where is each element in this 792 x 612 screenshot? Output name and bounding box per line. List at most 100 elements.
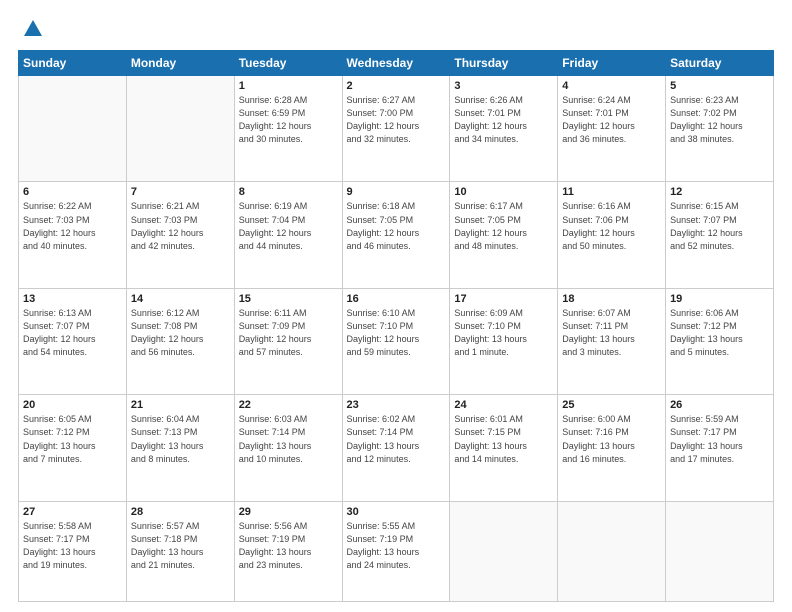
calendar-cell: 23Sunrise: 6:02 AM Sunset: 7:14 PM Dayli… — [342, 395, 450, 501]
week-row-4: 20 Sunrise: 6:05 AM Sunset: 7:12 PM Dayli… — [19, 395, 774, 501]
calendar-cell — [558, 501, 666, 601]
calendar-cell: 13Sunrise: 6:13 AM Sunset: 7:07 PM Dayli… — [19, 288, 127, 394]
day-number: 5 — [670, 80, 769, 92]
calendar-cell — [126, 76, 234, 182]
calendar-cell: 30 Sunrise: 5:55 AM Sunset: 7:19 PM Dayli… — [342, 501, 450, 601]
day-number: 21 — [131, 399, 230, 411]
calendar-cell: 27 Sunrise: 5:58 AM Sunset: 7:17 PM Dayli… — [19, 501, 127, 601]
calendar-cell: 2 Sunrise: 6:27 AM Sunset: 7:00 PM Daylig… — [342, 76, 450, 182]
day-info: Sunrise: 6:21 AM Sunset: 7:03 PM Dayligh… — [131, 200, 230, 252]
day-number: 15 — [239, 293, 338, 305]
calendar-cell: 4 Sunrise: 6:24 AM Sunset: 7:01 PM Daylig… — [558, 76, 666, 182]
day-info: Sunrise: 6:07 AM Sunset: 7:11 PM Dayligh… — [562, 307, 661, 359]
calendar-cell: 5 Sunrise: 6:23 AM Sunset: 7:02 PM Daylig… — [666, 76, 774, 182]
weekday-header-row: SundayMondayTuesdayWednesdayThursdayFrid… — [19, 51, 774, 76]
day-number: 20 — [23, 399, 122, 411]
day-number: 16 — [347, 293, 446, 305]
calendar-cell: 10 Sunrise: 6:17 AM Sunset: 7:05 PM Dayli… — [450, 182, 558, 288]
week-row-1: 1 Sunrise: 6:28 AM Sunset: 6:59 PM Daylig… — [19, 76, 774, 182]
calendar-cell: 16Sunrise: 6:10 AM Sunset: 7:10 PM Dayli… — [342, 288, 450, 394]
day-info: Sunrise: 5:57 AM Sunset: 7:18 PM Dayligh… — [131, 520, 230, 572]
day-info: Sunrise: 6:05 AM Sunset: 7:12 PM Dayligh… — [23, 413, 122, 465]
day-info: Sunrise: 5:55 AM Sunset: 7:19 PM Dayligh… — [347, 520, 446, 572]
day-info: Sunrise: 6:22 AM Sunset: 7:03 PM Dayligh… — [23, 200, 122, 252]
day-number: 14 — [131, 293, 230, 305]
calendar-cell: 8 Sunrise: 6:19 AM Sunset: 7:04 PM Daylig… — [234, 182, 342, 288]
calendar-cell: 19 Sunrise: 6:06 AM Sunset: 7:12 PM Dayli… — [666, 288, 774, 394]
day-info: Sunrise: 6:12 AM Sunset: 7:08 PM Dayligh… — [131, 307, 230, 359]
day-info: Sunrise: 6:00 AM Sunset: 7:16 PM Dayligh… — [562, 413, 661, 465]
day-number: 22 — [239, 399, 338, 411]
day-info: Sunrise: 6:28 AM Sunset: 6:59 PM Dayligh… — [239, 94, 338, 146]
day-number: 8 — [239, 186, 338, 198]
calendar-cell: 24 Sunrise: 6:01 AM Sunset: 7:15 PM Dayli… — [450, 395, 558, 501]
calendar-cell: 9 Sunrise: 6:18 AM Sunset: 7:05 PM Daylig… — [342, 182, 450, 288]
day-info: Sunrise: 5:59 AM Sunset: 7:17 PM Dayligh… — [670, 413, 769, 465]
day-info: Sunrise: 5:58 AM Sunset: 7:17 PM Dayligh… — [23, 520, 122, 572]
calendar-cell: 26 Sunrise: 5:59 AM Sunset: 7:17 PM Dayli… — [666, 395, 774, 501]
weekday-header-wednesday: Wednesday — [342, 51, 450, 76]
day-number: 12 — [670, 186, 769, 198]
day-info: Sunrise: 6:24 AM Sunset: 7:01 PM Dayligh… — [562, 94, 661, 146]
day-info: Sunrise: 6:01 AM Sunset: 7:15 PM Dayligh… — [454, 413, 553, 465]
calendar-cell: 25 Sunrise: 6:00 AM Sunset: 7:16 PM Dayli… — [558, 395, 666, 501]
weekday-header-thursday: Thursday — [450, 51, 558, 76]
day-number: 11 — [562, 186, 661, 198]
calendar-cell: 28 Sunrise: 5:57 AM Sunset: 7:18 PM Dayli… — [126, 501, 234, 601]
calendar-cell: 12 Sunrise: 6:15 AM Sunset: 7:07 PM Dayli… — [666, 182, 774, 288]
logo-icon — [22, 18, 44, 40]
day-number: 24 — [454, 399, 553, 411]
day-info: Sunrise: 6:27 AM Sunset: 7:00 PM Dayligh… — [347, 94, 446, 146]
day-number: 17 — [454, 293, 553, 305]
day-number: 26 — [670, 399, 769, 411]
day-info: Sunrise: 6:23 AM Sunset: 7:02 PM Dayligh… — [670, 94, 769, 146]
day-info: Sunrise: 6:15 AM Sunset: 7:07 PM Dayligh… — [670, 200, 769, 252]
calendar-cell: 21 Sunrise: 6:04 AM Sunset: 7:13 PM Dayli… — [126, 395, 234, 501]
day-info: Sunrise: 6:04 AM Sunset: 7:13 PM Dayligh… — [131, 413, 230, 465]
day-info: Sunrise: 6:16 AM Sunset: 7:06 PM Dayligh… — [562, 200, 661, 252]
day-info: Sunrise: 6:02 AM Sunset: 7:14 PM Dayligh… — [347, 413, 446, 465]
logo — [18, 18, 44, 40]
day-number: 27 — [23, 506, 122, 518]
day-number: 29 — [239, 506, 338, 518]
day-info: Sunrise: 6:11 AM Sunset: 7:09 PM Dayligh… — [239, 307, 338, 359]
calendar-cell: 18Sunrise: 6:07 AM Sunset: 7:11 PM Dayli… — [558, 288, 666, 394]
day-number: 2 — [347, 80, 446, 92]
day-number: 19 — [670, 293, 769, 305]
week-row-2: 6 Sunrise: 6:22 AM Sunset: 7:03 PM Daylig… — [19, 182, 774, 288]
calendar-cell: 3Sunrise: 6:26 AM Sunset: 7:01 PM Daylig… — [450, 76, 558, 182]
day-info: Sunrise: 6:19 AM Sunset: 7:04 PM Dayligh… — [239, 200, 338, 252]
weekday-header-friday: Friday — [558, 51, 666, 76]
day-info: Sunrise: 6:06 AM Sunset: 7:12 PM Dayligh… — [670, 307, 769, 359]
day-number: 30 — [347, 506, 446, 518]
calendar-cell: 1 Sunrise: 6:28 AM Sunset: 6:59 PM Daylig… — [234, 76, 342, 182]
calendar-cell: 17 Sunrise: 6:09 AM Sunset: 7:10 PM Dayli… — [450, 288, 558, 394]
weekday-header-tuesday: Tuesday — [234, 51, 342, 76]
day-info: Sunrise: 6:17 AM Sunset: 7:05 PM Dayligh… — [454, 200, 553, 252]
day-number: 4 — [562, 80, 661, 92]
calendar-cell — [666, 501, 774, 601]
calendar-cell — [19, 76, 127, 182]
calendar-cell: 11 Sunrise: 6:16 AM Sunset: 7:06 PM Dayli… — [558, 182, 666, 288]
calendar-cell: 20 Sunrise: 6:05 AM Sunset: 7:12 PM Dayli… — [19, 395, 127, 501]
day-number: 25 — [562, 399, 661, 411]
day-number: 1 — [239, 80, 338, 92]
day-number: 9 — [347, 186, 446, 198]
calendar-table: SundayMondayTuesdayWednesdayThursdayFrid… — [18, 50, 774, 602]
day-number: 28 — [131, 506, 230, 518]
weekday-header-sunday: Sunday — [19, 51, 127, 76]
day-number: 7 — [131, 186, 230, 198]
day-number: 6 — [23, 186, 122, 198]
calendar-cell: 6 Sunrise: 6:22 AM Sunset: 7:03 PM Daylig… — [19, 182, 127, 288]
header — [18, 18, 774, 40]
day-info: Sunrise: 6:03 AM Sunset: 7:14 PM Dayligh… — [239, 413, 338, 465]
calendar-cell: 15 Sunrise: 6:11 AM Sunset: 7:09 PM Dayli… — [234, 288, 342, 394]
calendar-cell — [450, 501, 558, 601]
day-info: Sunrise: 5:56 AM Sunset: 7:19 PM Dayligh… — [239, 520, 338, 572]
day-number: 10 — [454, 186, 553, 198]
day-info: Sunrise: 6:09 AM Sunset: 7:10 PM Dayligh… — [454, 307, 553, 359]
day-info: Sunrise: 6:13 AM Sunset: 7:07 PM Dayligh… — [23, 307, 122, 359]
day-info: Sunrise: 6:26 AM Sunset: 7:01 PM Dayligh… — [454, 94, 553, 146]
page: SundayMondayTuesdayWednesdayThursdayFrid… — [0, 0, 792, 612]
day-info: Sunrise: 6:18 AM Sunset: 7:05 PM Dayligh… — [347, 200, 446, 252]
